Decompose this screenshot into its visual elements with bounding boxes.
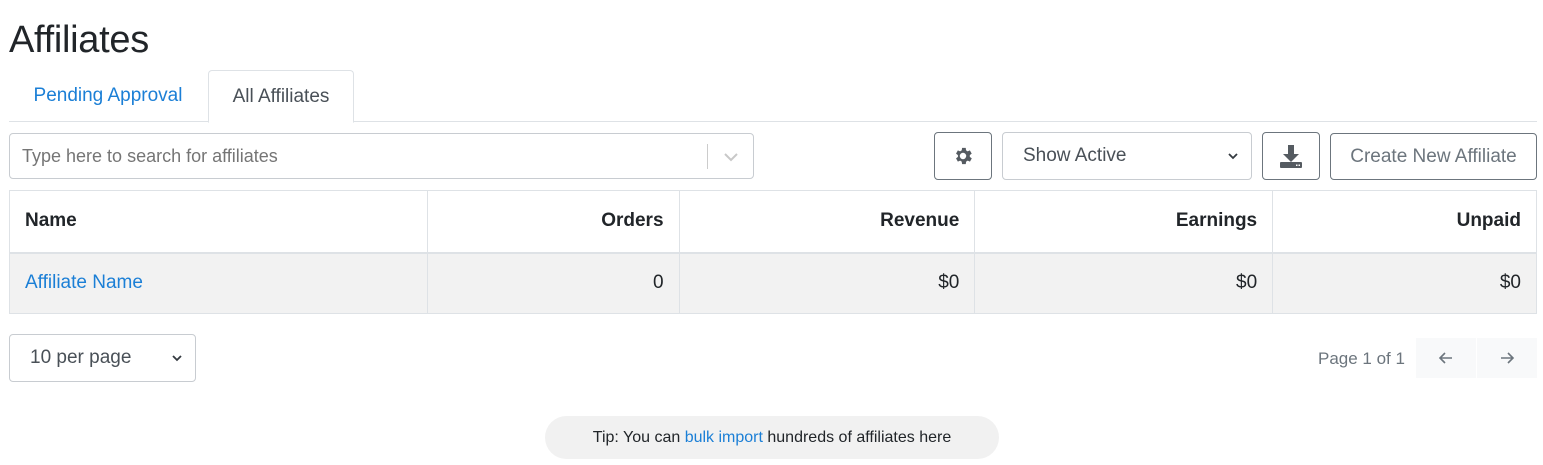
tip-banner: Tip: You can bulk import hundreds of aff… [545, 416, 999, 459]
create-affiliate-button[interactable]: Create New Affiliate [1330, 133, 1537, 180]
tip-prefix: Tip: You can [592, 429, 685, 446]
gear-icon [956, 147, 972, 165]
per-page-select[interactable]: 10 per page [9, 334, 196, 382]
orders-cell: 0 [426, 252, 680, 314]
chevron-down-icon[interactable] [720, 147, 742, 167]
tab-all-affiliates[interactable]: All Affiliates [208, 70, 354, 123]
bulk-import-link[interactable]: bulk import [685, 429, 763, 446]
status-filter-select[interactable]: Show Active [1002, 132, 1252, 180]
column-header-unpaid[interactable]: Unpaid [1272, 190, 1537, 254]
page-indicator: Page 1 of 1 [1318, 349, 1405, 368]
search-divider [707, 144, 708, 169]
column-header-revenue[interactable]: Revenue [678, 190, 976, 254]
unpaid-cell: $0 [1272, 252, 1537, 314]
next-page-button[interactable] [1477, 338, 1537, 378]
column-header-orders[interactable]: Orders [426, 190, 680, 254]
table-row: Affiliate Name 0 $0 $0 $0 [9, 252, 1537, 314]
table-header-row: Name Orders Revenue Earnings Unpaid [9, 190, 1537, 254]
earnings-cell: $0 [974, 252, 1274, 314]
search-input[interactable] [10, 134, 707, 178]
arrow-left-icon [1438, 352, 1452, 364]
status-filter-value: Show Active [1023, 145, 1127, 166]
column-header-name[interactable]: Name [9, 190, 428, 254]
page-title: Affiliates [9, 19, 149, 61]
settings-button[interactable] [934, 132, 992, 180]
tab-bar: Pending Approval All Affiliates [9, 70, 1537, 123]
download-icon [1280, 145, 1302, 168]
column-header-earnings[interactable]: Earnings [974, 190, 1274, 254]
tab-pending-approval[interactable]: Pending Approval [9, 70, 207, 122]
affiliate-name-link[interactable]: Affiliate Name [25, 272, 143, 293]
search-box [9, 133, 754, 179]
chevron-down-icon [1228, 153, 1238, 160]
download-button[interactable] [1262, 132, 1320, 180]
affiliate-name-cell: Affiliate Name [9, 252, 428, 314]
per-page-value: 10 per page [30, 347, 132, 368]
arrow-right-icon [1501, 352, 1515, 364]
chevron-down-icon [172, 355, 182, 362]
revenue-cell: $0 [678, 252, 976, 314]
affiliates-table: Name Orders Revenue Earnings Unpaid Affi… [9, 190, 1537, 314]
tip-suffix: hundreds of affiliates here [762, 429, 952, 446]
previous-page-button[interactable] [1416, 338, 1476, 378]
